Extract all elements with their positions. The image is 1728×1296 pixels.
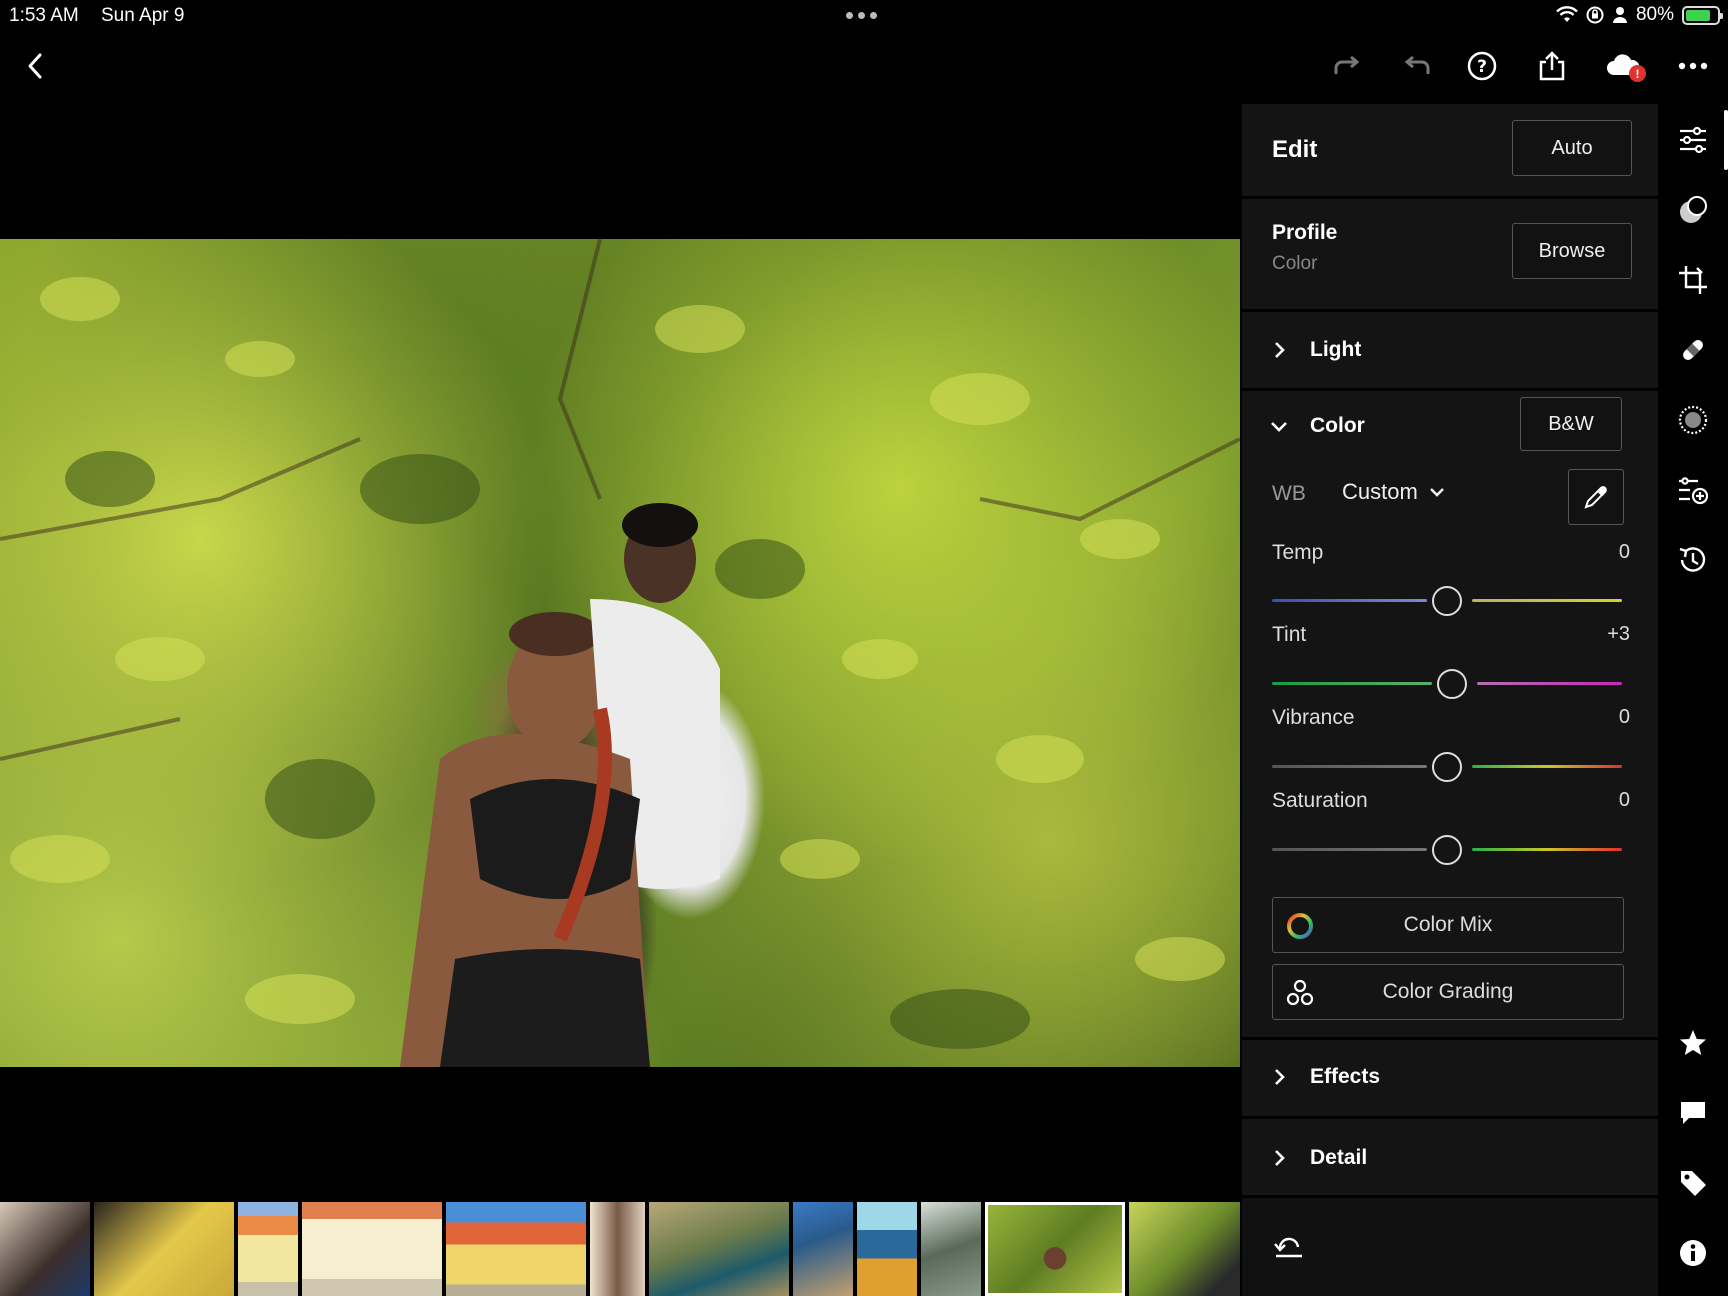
- status-time: 1:53 AM: [9, 5, 79, 26]
- orientation-lock-icon: [1586, 6, 1604, 24]
- effects-section-header[interactable]: Effects: [1242, 1040, 1658, 1116]
- wb-dropdown[interactable]: Custom: [1342, 479, 1446, 505]
- chevron-right-icon: [1275, 1069, 1285, 1085]
- edited-photo[interactable]: [0, 239, 1240, 1067]
- saturation-value: 0: [1618, 789, 1630, 811]
- profile-section: Profile Color Browse: [1242, 199, 1658, 309]
- battery-percent: 80%: [1635, 4, 1674, 25]
- status-right: 80%: [1556, 4, 1723, 26]
- effects-label: Effects: [1310, 1065, 1381, 1088]
- svg-text:?: ?: [1477, 57, 1487, 77]
- vibrance-slider-knob[interactable]: [1432, 752, 1462, 782]
- chevron-down-icon: [1429, 488, 1444, 497]
- comment-icon[interactable]: [1675, 1095, 1711, 1131]
- filmstrip-thumbnail[interactable]: [446, 1202, 586, 1296]
- foliage-layer: [0, 239, 1240, 1067]
- color-wheel-icon: [1287, 913, 1313, 939]
- filmstrip-thumbnail[interactable]: [857, 1202, 917, 1296]
- color-mix-button[interactable]: Color Mix: [1272, 897, 1624, 953]
- multitasking-dots-icon[interactable]: [846, 12, 877, 19]
- redo-icon[interactable]: [1327, 46, 1367, 86]
- crop-icon[interactable]: [1675, 262, 1711, 298]
- wb-value: Custom: [1342, 479, 1418, 504]
- filmstrip-thumbnail[interactable]: [649, 1202, 789, 1296]
- battery-icon: [1682, 5, 1723, 25]
- active-tool-indicator: [1724, 110, 1728, 170]
- vibrance-value: 0: [1618, 706, 1630, 728]
- healing-icon[interactable]: [1675, 332, 1711, 368]
- status-date: Sun Apr 9: [101, 5, 185, 26]
- edit-sliders-icon[interactable]: [1675, 122, 1711, 158]
- chevron-right-icon: [1275, 1150, 1285, 1166]
- filmstrip-thumbnail[interactable]: [302, 1202, 442, 1296]
- back-icon[interactable]: [16, 46, 56, 86]
- auto-button[interactable]: Auto: [1512, 120, 1632, 176]
- edit-title: Edit: [1272, 136, 1318, 163]
- top-toolbar: ? !: [0, 32, 1728, 102]
- temp-label: Temp: [1272, 541, 1324, 564]
- filmstrip-thumbnail[interactable]: [921, 1202, 981, 1296]
- color-grading-icon: [1286, 979, 1314, 1006]
- presets-icon[interactable]: [1675, 472, 1711, 508]
- tint-label: Tint: [1272, 623, 1307, 646]
- color-grading-button[interactable]: Color Grading: [1272, 964, 1624, 1020]
- color-mix-label: Color Mix: [1403, 913, 1493, 936]
- filmstrip-thumbnail[interactable]: [94, 1202, 234, 1296]
- panel-footer: [1242, 1198, 1658, 1296]
- filmstrip-thumbnail-selected[interactable]: [985, 1202, 1125, 1296]
- optics-icon[interactable]: [1675, 402, 1711, 438]
- photo-canvas[interactable]: [0, 102, 1240, 1199]
- color-section: Color B&W WB Custom Temp 0 Tint +3 Vibra…: [1242, 391, 1658, 1037]
- share-icon[interactable]: [1532, 46, 1572, 86]
- light-label: Light: [1310, 338, 1362, 361]
- right-tool-rail: [1658, 104, 1728, 1296]
- edit-header: Edit Auto: [1242, 104, 1658, 196]
- cloud-alert-badge: !: [1629, 65, 1646, 82]
- eyedropper-button[interactable]: [1568, 469, 1624, 525]
- more-icon[interactable]: [1673, 46, 1713, 86]
- bw-button[interactable]: B&W: [1520, 397, 1622, 451]
- filmstrip-thumbnail[interactable]: [793, 1202, 853, 1296]
- filmstrip: [0, 1202, 1240, 1296]
- star-icon[interactable]: [1675, 1025, 1711, 1061]
- profile-value: Color: [1272, 253, 1318, 274]
- versions-icon[interactable]: [1675, 542, 1711, 578]
- browse-button[interactable]: Browse: [1512, 223, 1632, 279]
- filmstrip-thumbnail[interactable]: [1129, 1202, 1240, 1296]
- light-section-header[interactable]: Light: [1242, 312, 1658, 388]
- tag-icon[interactable]: [1675, 1165, 1711, 1201]
- wb-label: WB: [1272, 482, 1306, 505]
- tint-value: +3: [1607, 623, 1630, 645]
- wifi-icon: [1556, 6, 1578, 22]
- masking-icon[interactable]: [1675, 192, 1711, 228]
- tint-slider-knob[interactable]: [1437, 669, 1468, 699]
- color-grading-label: Color Grading: [1382, 980, 1514, 1003]
- edit-panel: Edit Auto Profile Color Browse Light Col…: [1242, 104, 1658, 1296]
- cloud-sync-icon[interactable]: !: [1600, 46, 1646, 86]
- filmstrip-thumbnail[interactable]: [238, 1202, 298, 1296]
- detail-label: Detail: [1310, 1146, 1368, 1169]
- help-icon[interactable]: ?: [1462, 46, 1502, 86]
- person-icon: [1612, 7, 1627, 23]
- temp-slider-knob[interactable]: [1432, 586, 1462, 616]
- info-icon[interactable]: [1675, 1235, 1711, 1271]
- saturation-label: Saturation: [1272, 789, 1368, 812]
- profile-label: Profile: [1272, 221, 1338, 244]
- eyedropper-icon: [1584, 486, 1607, 509]
- undo-icon[interactable]: [1397, 46, 1437, 86]
- status-bar: 1:53 AM Sun Apr 9 80%: [0, 0, 1728, 32]
- filmstrip-thumbnail[interactable]: [0, 1202, 90, 1296]
- color-label: Color: [1310, 414, 1365, 437]
- vibrance-label: Vibrance: [1272, 706, 1355, 729]
- temp-value: 0: [1618, 541, 1630, 563]
- chevron-down-icon[interactable]: [1268, 415, 1290, 437]
- detail-section-header[interactable]: Detail: [1242, 1119, 1658, 1195]
- chevron-right-icon: [1275, 342, 1285, 358]
- saturation-slider-knob[interactable]: [1432, 835, 1462, 865]
- filmstrip-thumbnail[interactable]: [590, 1202, 645, 1296]
- reset-icon[interactable]: [1272, 1234, 1306, 1260]
